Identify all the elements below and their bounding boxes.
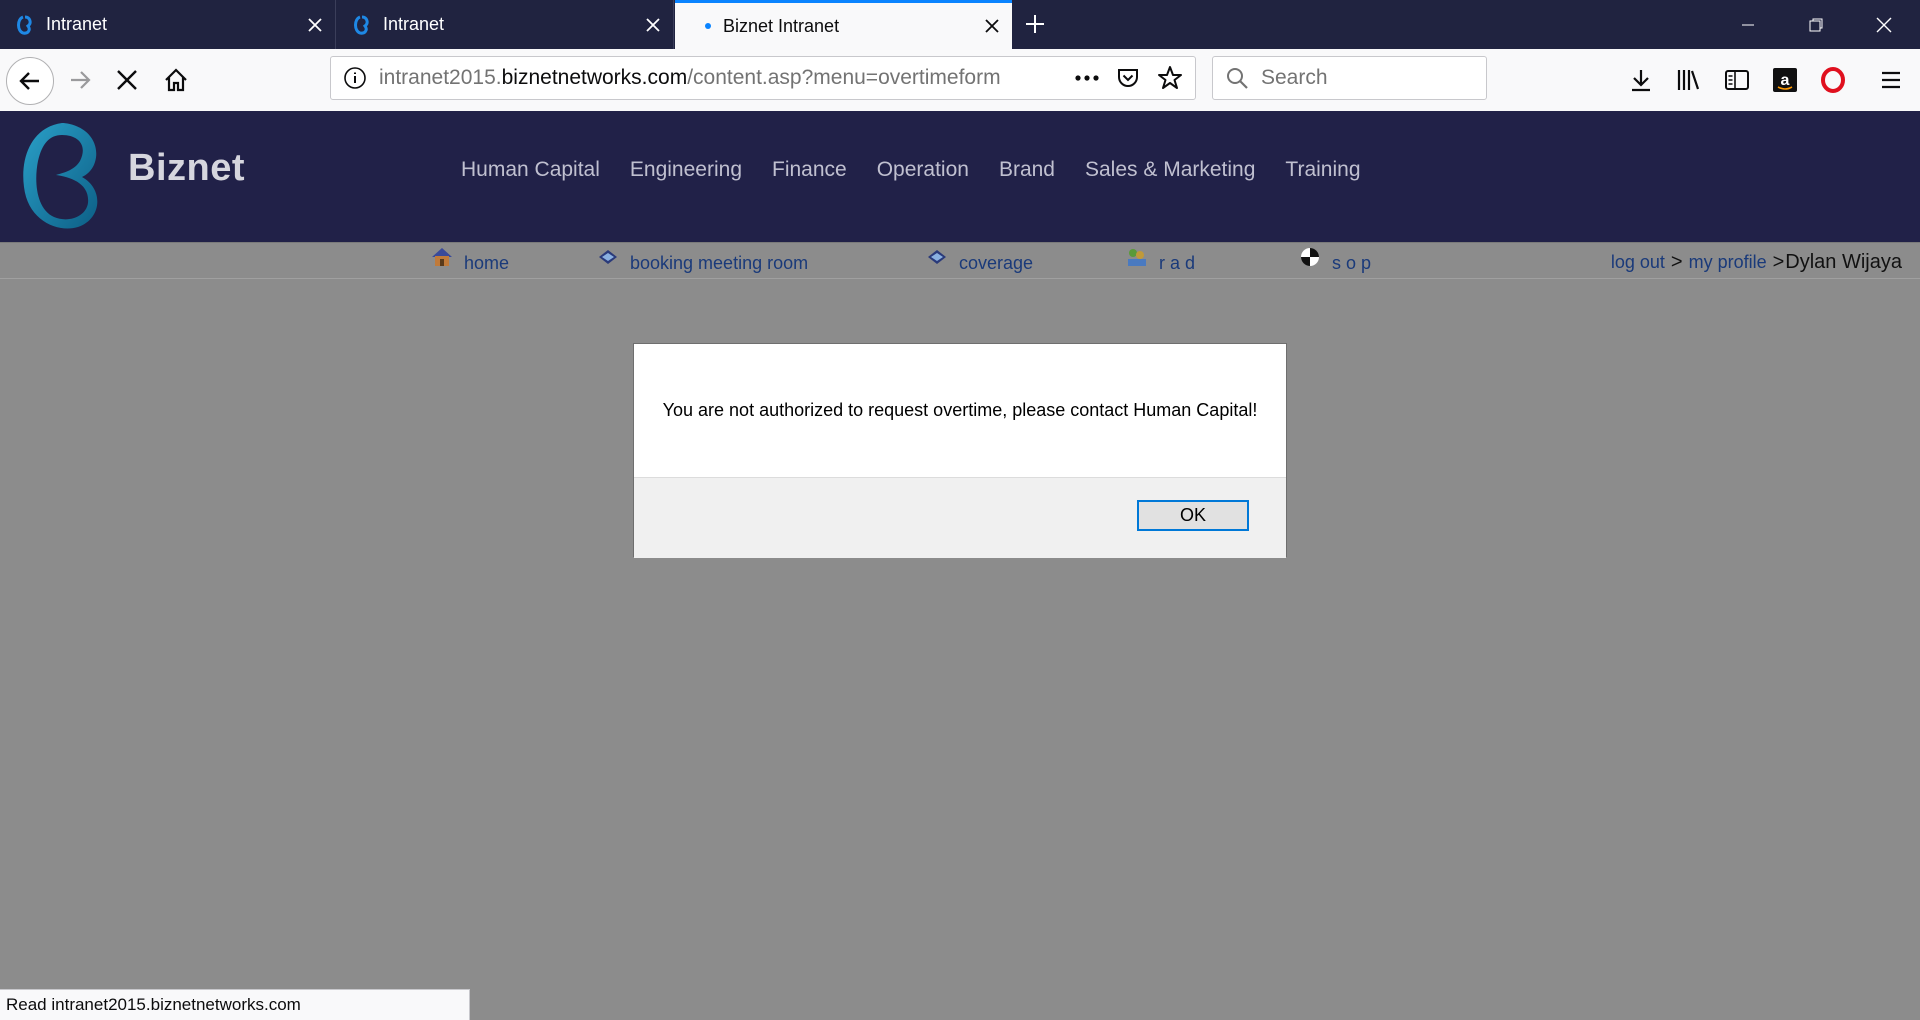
- coverage-icon: [928, 250, 946, 264]
- subnav-coverage[interactable]: coverage: [925, 250, 1034, 275]
- menu-sales-marketing[interactable]: Sales & Marketing: [1085, 158, 1255, 182]
- close-icon: [1876, 17, 1892, 32]
- search-box[interactable]: [1212, 56, 1487, 100]
- info-icon[interactable]: [343, 66, 367, 90]
- pocket-icon[interactable]: [1107, 66, 1149, 90]
- menu-engineering[interactable]: Engineering: [630, 158, 742, 182]
- tab-intranet-2[interactable]: Intranet: [337, 0, 674, 49]
- plus-icon: [1026, 15, 1044, 33]
- stop-button[interactable]: [106, 59, 148, 101]
- alert-dialog: You are not authorized to request overti…: [633, 343, 1287, 558]
- alert-message: You are not authorized to request overti…: [662, 400, 1258, 420]
- house-icon: [432, 248, 452, 266]
- arrow-right-icon: [71, 71, 91, 89]
- site-header: Biznet Human Capital Engineering Finance…: [0, 111, 1920, 242]
- tab-title: Biznet Intranet: [723, 15, 840, 36]
- opera-button[interactable]: [1813, 60, 1853, 100]
- user-name: Dylan Wijaya: [1785, 251, 1902, 273]
- home-icon: [165, 68, 187, 92]
- biznet-favicon-icon: [17, 15, 32, 35]
- url-bar[interactable]: intranet2015.biznetnetworks.com/content.…: [330, 56, 1196, 100]
- tab-biznet-intranet[interactable]: Biznet Intranet: [675, 0, 1012, 49]
- menu-training[interactable]: Training: [1285, 158, 1360, 182]
- subnav-label: home: [464, 252, 510, 273]
- menu-operation[interactable]: Operation: [877, 158, 969, 182]
- stop-icon: [117, 70, 137, 90]
- menu-button[interactable]: [1871, 60, 1911, 100]
- arrow-left-icon: [19, 72, 39, 90]
- sub-navigation: home booking meeting room coverage r a d…: [0, 242, 1920, 279]
- svg-text:a: a: [1781, 72, 1790, 89]
- restore-icon: [1809, 18, 1823, 31]
- url-path: /content.asp?menu=overtimeform: [687, 66, 1001, 89]
- subnav-sop[interactable]: s o p: [1298, 248, 1372, 275]
- subnav-label: coverage: [959, 252, 1034, 273]
- restore-button[interactable]: [1782, 0, 1850, 49]
- sidebar-icon: [1725, 70, 1749, 90]
- my-profile-link[interactable]: my profile: [1689, 252, 1767, 272]
- subnav-rad[interactable]: r a d: [1125, 249, 1196, 275]
- loading-dot-icon: [705, 23, 711, 29]
- amazon-button[interactable]: a: [1765, 60, 1805, 100]
- biznet-favicon-icon: [354, 15, 369, 35]
- downloads-button[interactable]: [1621, 60, 1661, 100]
- hamburger-menu-icon: [1882, 71, 1900, 89]
- download-icon: [1632, 70, 1650, 92]
- menu-human-capital[interactable]: Human Capital: [461, 158, 600, 182]
- close-tab-icon[interactable]: [295, 5, 335, 45]
- biznet-logo-icon[interactable]: [18, 117, 118, 235]
- menu-brand[interactable]: Brand: [999, 158, 1055, 182]
- subnav-label: r a d: [1159, 252, 1196, 273]
- separator: >: [1670, 251, 1683, 273]
- separator: >: [1772, 251, 1785, 273]
- minimize-button[interactable]: [1714, 0, 1782, 49]
- close-tab-icon[interactable]: [633, 5, 673, 45]
- minimize-icon: [1742, 24, 1754, 25]
- url-prefix: intranet2015.: [379, 66, 502, 89]
- ok-button[interactable]: OK: [1137, 500, 1249, 531]
- search-icon: [1227, 68, 1248, 89]
- opera-icon: [1821, 67, 1845, 93]
- menu-finance[interactable]: Finance: [772, 158, 847, 182]
- url-host: biznetnetworks.com: [501, 66, 688, 89]
- tab-intranet-1[interactable]: Intranet: [0, 0, 336, 49]
- new-tab-button[interactable]: [1015, 4, 1055, 44]
- library-button[interactable]: [1669, 60, 1709, 100]
- subnav-label: booking meeting room: [630, 252, 809, 273]
- tab-strip: Intranet Intranet Biznet Intranet: [0, 0, 1920, 49]
- subnav-label: s o p: [1332, 252, 1372, 273]
- subnav-home[interactable]: home: [430, 248, 510, 275]
- rad-icon: [1128, 249, 1146, 266]
- forward-button[interactable]: [59, 59, 101, 101]
- navigation-toolbar: intranet2015.biznetnetworks.com/content.…: [0, 49, 1920, 112]
- library-icon: [1677, 70, 1700, 90]
- site-main-menu: Human Capital Engineering Finance Operat…: [461, 158, 1391, 182]
- search-input[interactable]: [1259, 65, 1483, 91]
- url-text: intranet2015.biznetnetworks.com/content.…: [379, 66, 1001, 90]
- close-tab-icon[interactable]: [972, 6, 1012, 46]
- amazon-icon: a: [1773, 68, 1797, 92]
- booking-icon: [599, 250, 617, 264]
- subnav-booking-meeting-room[interactable]: booking meeting room: [596, 250, 809, 275]
- page-actions-icon[interactable]: [1067, 74, 1107, 82]
- tab-title: Intranet: [46, 14, 108, 34]
- alert-footer: OK: [634, 477, 1286, 558]
- user-area: log out > my profile >Dylan Wijaya: [1611, 251, 1902, 274]
- sidebar-button[interactable]: [1717, 60, 1757, 100]
- tab-title: Intranet: [383, 14, 445, 34]
- logout-link[interactable]: log out: [1611, 252, 1665, 272]
- close-window-button[interactable]: [1850, 0, 1918, 49]
- status-bar: Read intranet2015.biznetnetworks.com: [0, 989, 470, 1020]
- back-button[interactable]: [6, 57, 54, 105]
- brand-name: Biznet: [128, 147, 245, 189]
- home-button[interactable]: [155, 59, 197, 101]
- sop-icon: [1301, 248, 1319, 266]
- bookmark-star-icon[interactable]: [1149, 65, 1191, 91]
